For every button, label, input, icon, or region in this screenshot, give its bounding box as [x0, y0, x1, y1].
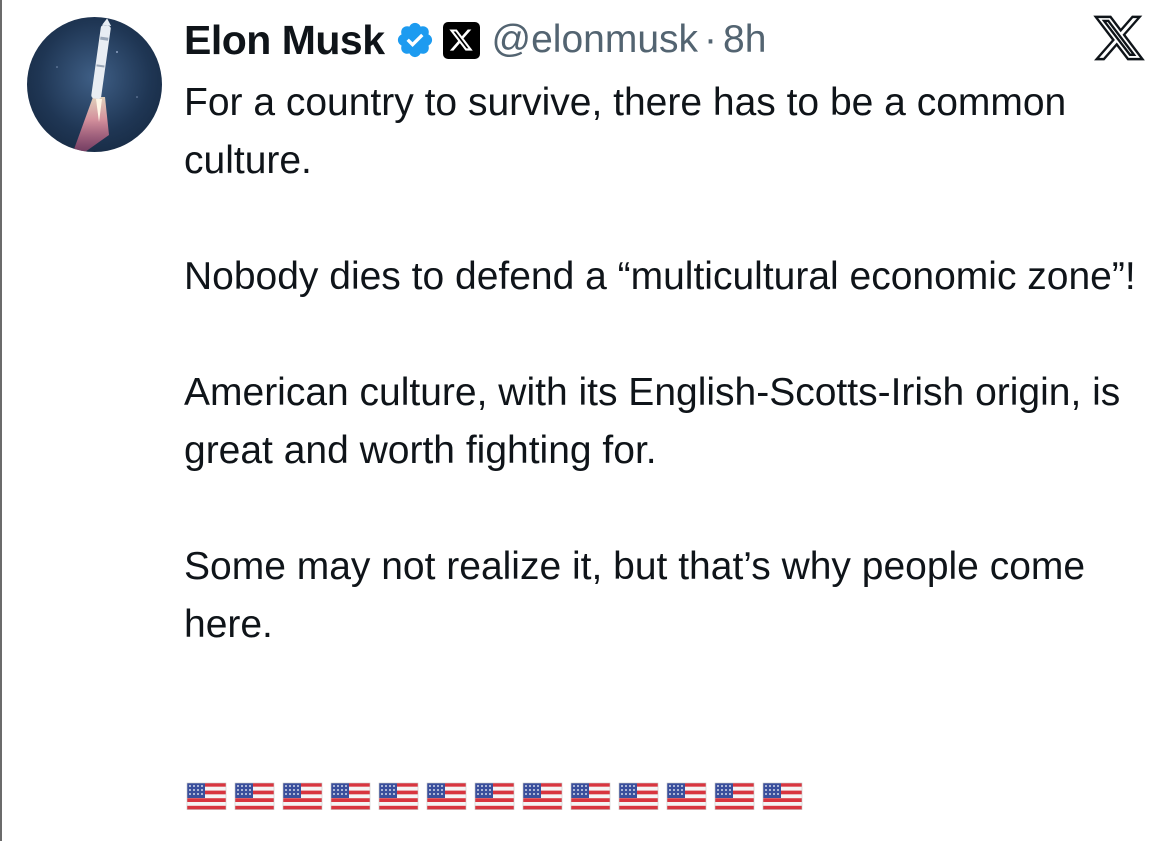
- tweet-paragraph: American culture, with its English-Scott…: [184, 371, 1121, 472]
- author-handle[interactable]: @elonmusk: [492, 18, 699, 62]
- us-flag-emoji-icon: [666, 782, 707, 810]
- separator-dot: ·: [704, 18, 718, 61]
- avatar[interactable]: [27, 17, 162, 152]
- us-flag-emoji-icon: [474, 782, 515, 810]
- us-flag-emoji-icon: [378, 782, 419, 810]
- author-name[interactable]: Elon Musk: [184, 17, 385, 64]
- x-logo-close-icon[interactable]: [1093, 12, 1145, 64]
- us-flag-emoji-icon: [282, 782, 323, 810]
- us-flag-emoji-icon: [186, 782, 227, 810]
- us-flag-emoji-icon: [762, 782, 803, 810]
- x-logo-icon: [442, 21, 480, 59]
- tweet-body: For a country to survive, there has to b…: [184, 74, 1144, 654]
- tweet-paragraph: Nobody dies to defend a “multicultural e…: [184, 255, 1136, 298]
- rocket-launch-image: [56, 18, 138, 152]
- tweet-paragraph: For a country to survive, there has to b…: [184, 81, 1067, 182]
- tweet-card: Elon Musk @elonmusk · 8h For a country t…: [0, 0, 1170, 841]
- us-flag-emoji-icon: [522, 782, 563, 810]
- us-flag-emoji-icon: [714, 782, 755, 810]
- us-flag-emoji-icon: [234, 782, 275, 810]
- tweet-header: Elon Musk @elonmusk · 8h: [184, 14, 766, 66]
- us-flag-emoji-icon: [618, 782, 659, 810]
- us-flag-emoji-icon: [330, 782, 371, 810]
- us-flag-emoji-icon: [426, 782, 467, 810]
- us-flag-emoji-icon: [570, 782, 611, 810]
- verified-badge-icon: [395, 20, 435, 60]
- timestamp[interactable]: 8h: [723, 18, 766, 62]
- tweet-paragraph: Some may not realize it, but that’s why …: [184, 545, 1086, 646]
- us-flag-emoji-row: [186, 780, 803, 812]
